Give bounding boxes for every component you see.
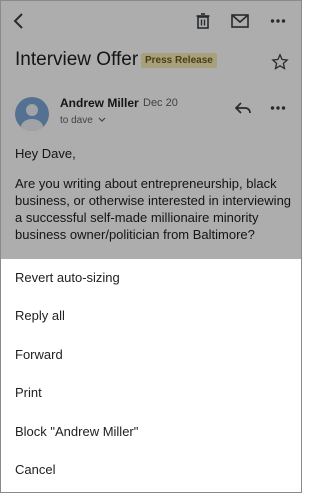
option-label: Reply all [15,308,65,323]
print-option[interactable]: Print [1,374,301,412]
option-label: Cancel [15,462,56,477]
block-sender-option[interactable]: Block "Andrew Miller" [1,413,301,451]
app-frame: Interview Offer Press Release Andrew Mil… [0,0,302,493]
modal-scrim[interactable] [1,1,301,259]
option-label: Revert auto-sizing [15,270,120,285]
cancel-option[interactable]: Cancel [1,451,301,489]
revert-auto-sizing-option[interactable]: Revert auto-sizing [1,259,301,297]
reply-all-option[interactable]: Reply all [1,297,301,335]
option-label: Forward [15,347,63,362]
action-sheet: Revert auto-sizing Reply all Forward Pri… [1,259,301,492]
option-label: Print [15,385,42,400]
forward-option[interactable]: Forward [1,336,301,374]
option-label: Block "Andrew Miller" [15,424,139,439]
